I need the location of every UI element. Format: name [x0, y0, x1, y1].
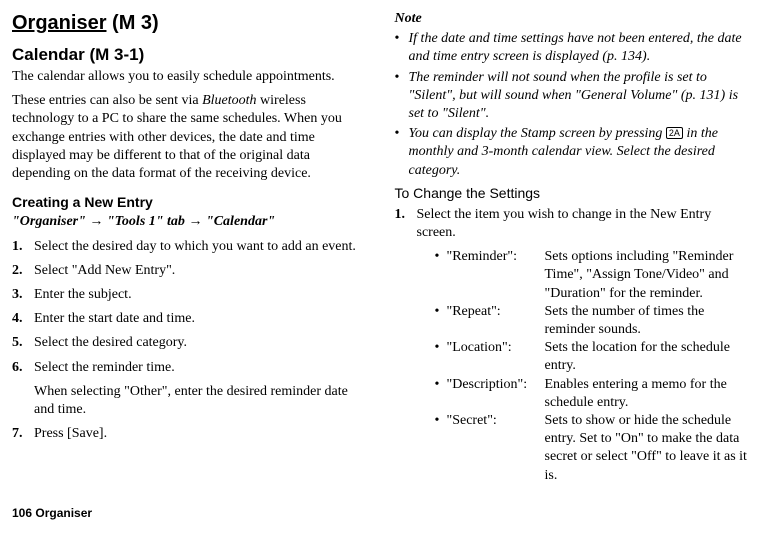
- table-row: •"Reminder":Sets options including "Remi…: [435, 248, 753, 303]
- left-column: Organiser (M 3) Calendar (M 3-1) The cal…: [12, 10, 370, 491]
- page-footer: 106 Organiser: [12, 506, 752, 522]
- table-row: •"Repeat":Sets the number of times the r…: [435, 303, 753, 339]
- list-item: 5.Select the desired category.: [12, 334, 370, 352]
- steps-list: 1.Select the desired day to which you wa…: [12, 238, 370, 444]
- change-steps-list: 1. Select the item you wish to change in…: [395, 206, 753, 485]
- table-row: •"Description":Enables entering a memo f…: [435, 376, 753, 412]
- title-main: Organiser: [12, 12, 106, 34]
- step-extra: When selecting "Other", enter the desire…: [34, 384, 348, 417]
- list-item: 7.Press [Save].: [12, 425, 370, 443]
- change-settings-heading: To Change the Settings: [395, 184, 753, 202]
- table-row: •"Location":Sets the location for the sc…: [435, 339, 753, 375]
- list-item: 3.Enter the subject.: [12, 286, 370, 304]
- nav-path: "Organiser" → "Tools 1" tab → "Calendar": [12, 213, 370, 231]
- key-icon: 2A: [666, 127, 683, 139]
- list-item: 1. Select the item you wish to change in…: [395, 206, 753, 485]
- list-item: 1.Select the desired day to which you wa…: [12, 238, 370, 256]
- list-item: 4.Enter the start date and time.: [12, 310, 370, 328]
- page-title: Organiser (M 3): [12, 10, 370, 36]
- list-item: 2.Select "Add New Entry".: [12, 262, 370, 280]
- bluetooth-paragraph: These entries can also be sent via Bluet…: [12, 92, 370, 183]
- note-list: •If the date and time settings have not …: [395, 30, 753, 180]
- list-item: • You can display the Stamp screen by pr…: [395, 125, 753, 180]
- settings-table: •"Reminder":Sets options including "Remi…: [435, 248, 753, 484]
- note-label: Note: [395, 10, 753, 28]
- title-suffix: (M 3): [106, 12, 158, 34]
- list-item: •If the date and time settings have not …: [395, 30, 753, 66]
- list-item: •The reminder will not sound when the pr…: [395, 69, 753, 124]
- calendar-intro: The calendar allows you to easily schedu…: [12, 68, 370, 86]
- list-item: 6. Select the reminder time. When select…: [12, 359, 370, 420]
- right-column: Note •If the date and time settings have…: [395, 10, 753, 491]
- create-entry-heading: Creating a New Entry: [12, 193, 370, 211]
- table-row: •"Secret":Sets to show or hide the sched…: [435, 412, 753, 485]
- calendar-heading: Calendar (M 3-1): [12, 44, 370, 66]
